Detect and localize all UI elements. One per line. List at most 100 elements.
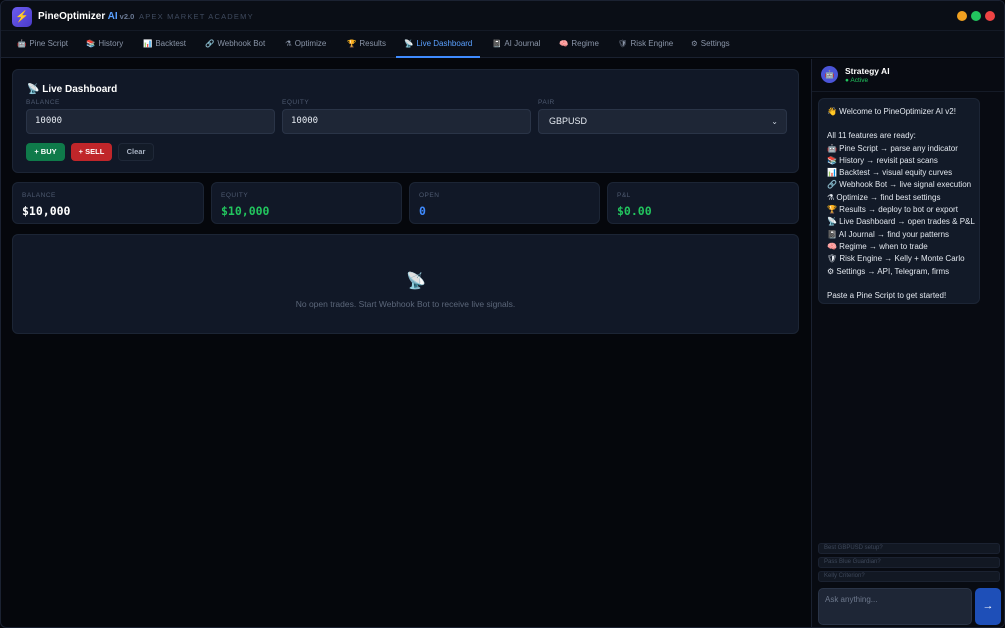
- satellite-dish-icon: 📡: [406, 273, 426, 290]
- app-name-text: PineOptimizer: [38, 11, 106, 22]
- panel-title: 📡 Live Dashboard: [27, 84, 117, 95]
- robot-avatar-icon: 🤖: [821, 66, 838, 83]
- tab-label: Settings: [700, 39, 730, 48]
- feature-item: ⚙ Settings → API, Telegram, firms: [827, 266, 950, 276]
- app-logo-icon: ⚡: [12, 7, 32, 27]
- feature-item: ⚗ Optimize → find best settings: [827, 192, 941, 202]
- assistant-status: ● Active: [845, 77, 869, 84]
- feature-item: 🛡 Risk Engine → Kelly + Monte Carlo: [827, 254, 965, 264]
- books-icon: 📚: [86, 39, 96, 48]
- maximize-button[interactable]: [971, 11, 981, 21]
- feature-item: 🤖 Pine Script → parse any indicator: [827, 143, 958, 153]
- stat-card-open: OPEN 0: [409, 182, 600, 224]
- stat-value: 0: [419, 204, 426, 218]
- equity-input[interactable]: 10000: [282, 109, 531, 134]
- feature-item: 🏆 Results → deploy to bot or export: [827, 205, 958, 215]
- tab-label: Pine Script: [29, 39, 69, 48]
- assistant-sidebar: 🤖 Strategy AI ● Active 👋 Welcome to Pine…: [811, 59, 1004, 627]
- tab-label: Backtest: [155, 39, 187, 48]
- stat-label: BALANCE: [22, 192, 56, 199]
- stat-card-equity: EQUITY $10,000: [211, 182, 402, 224]
- app-window: ⚡ PineOptimizer AI v2.0 APEX MARKET ACADE…: [0, 0, 1005, 628]
- buy-button[interactable]: + BUY: [26, 143, 65, 161]
- satellite-dish-icon: 📡: [27, 84, 40, 95]
- journal-icon: 📓: [492, 39, 502, 48]
- feature-item: 📡 Live Dashboard → open trades & P&L: [827, 217, 975, 227]
- tab-risk-engine[interactable]: 🛡 Risk Engine: [618, 31, 673, 58]
- tab-settings[interactable]: ⚙ Settings: [691, 31, 730, 58]
- tab-ai-journal[interactable]: 📓 AI Journal: [492, 31, 540, 58]
- chevron-down-icon: ⌄: [771, 117, 778, 126]
- app-version: v2.0: [119, 12, 135, 21]
- suggestion-chip[interactable]: Kelly Criterion?: [818, 571, 1000, 582]
- app-name-ai: AI: [107, 11, 118, 22]
- balance-input[interactable]: 10000: [26, 109, 275, 134]
- tab-webhook-bot[interactable]: 🔗 Webhook Bot: [205, 31, 265, 58]
- pair-select[interactable]: GBPUSD ⌄: [538, 109, 787, 134]
- tab-backtest[interactable]: 📊 Backtest: [143, 31, 186, 58]
- app-name: PineOptimizer AI v2.0: [38, 11, 134, 22]
- send-button[interactable]: →: [975, 588, 1001, 625]
- stat-value: $0.00: [617, 204, 652, 218]
- stat-label: EQUITY: [221, 192, 249, 199]
- clear-button[interactable]: Clear: [118, 143, 154, 161]
- tab-live-dashboard[interactable]: 📡 Live Dashboard: [395, 31, 481, 58]
- tab-regime[interactable]: 🧠 Regime: [559, 31, 599, 58]
- flask-icon: ⚗: [285, 39, 292, 48]
- sell-button[interactable]: + SELL: [71, 143, 112, 161]
- tab-label: Webhook Bot: [217, 39, 266, 48]
- tab-label: Live Dashboard: [416, 39, 473, 48]
- main-content: 📡 Live Dashboard BALANCE 10000 EQUITY 10…: [1, 59, 811, 627]
- welcome-text: 👋 Welcome to PineOptimizer AI v2!: [827, 107, 956, 116]
- shield-icon: 🛡: [618, 39, 628, 48]
- live-dashboard-panel: 📡 Live Dashboard BALANCE 10000 EQUITY 10…: [12, 69, 799, 173]
- features-heading: All 11 features are ready:: [827, 131, 916, 141]
- chart-icon: 📊: [143, 39, 153, 48]
- closing-text: Paste a Pine Script to get started!: [827, 290, 947, 300]
- stat-card-pnl: P&L $0.00: [607, 182, 799, 224]
- pair-select-value: GBPUSD: [549, 116, 588, 126]
- balance-label: BALANCE: [26, 99, 60, 106]
- suggestion-chip[interactable]: Best GBPUSD setup?: [818, 543, 1000, 554]
- tab-label: Risk Engine: [630, 39, 674, 48]
- sidebar-divider: [812, 91, 1004, 92]
- feature-item: 📚 History → revisit past scans: [827, 155, 938, 165]
- stat-card-balance: BALANCE $10,000: [12, 182, 204, 224]
- close-button[interactable]: [985, 11, 995, 21]
- stat-label: OPEN: [419, 192, 440, 199]
- chat-input[interactable]: Ask anything...: [818, 588, 972, 625]
- minimize-button[interactable]: [957, 11, 967, 21]
- pair-label: PAIR: [538, 99, 555, 106]
- open-trades-panel: 📡 No open trades. Start Webhook Bot to r…: [12, 234, 799, 334]
- tab-history[interactable]: 📚 History: [86, 31, 123, 58]
- brain-icon: 🧠: [559, 39, 569, 48]
- gear-icon: ⚙: [691, 39, 698, 48]
- trophy-icon: 🏆: [347, 39, 357, 48]
- robot-icon: 🤖: [17, 39, 27, 48]
- stat-label: P&L: [617, 192, 631, 199]
- suggestion-chip[interactable]: Pass Blue Guardian?: [818, 557, 1000, 568]
- empty-state-text: No open trades. Start Webhook Bot to rec…: [295, 299, 516, 309]
- assistant-name: Strategy AI: [845, 66, 890, 76]
- tab-bar: 🤖 Pine Script 📚 History 📊 Backtest 🔗 Webhook…: [1, 31, 1004, 58]
- tab-optimize[interactable]: ⚗ Optimize: [285, 31, 326, 58]
- title-bar: ⚡ PineOptimizer AI v2.0 APEX MARKET ACADE…: [1, 1, 1004, 31]
- assistant-message: 👋 Welcome to PineOptimizer AI v2! All 11…: [818, 98, 980, 304]
- app-subtitle: APEX MARKET ACADEMY: [139, 12, 254, 21]
- feature-item: 📓 AI Journal → find your patterns: [827, 229, 950, 239]
- tab-label: Results: [359, 39, 387, 48]
- satellite-dish-icon: 📡: [404, 39, 414, 48]
- stat-value: $10,000: [221, 204, 270, 218]
- tab-label: AI Journal: [504, 39, 541, 48]
- tab-label: History: [98, 39, 124, 48]
- feature-item: 📊 Backtest → visual equity curves: [827, 168, 953, 178]
- feature-item: 🧠 Regime → when to trade: [827, 241, 928, 251]
- stat-value: $10,000: [22, 204, 71, 218]
- equity-label: EQUITY: [282, 99, 310, 106]
- tab-pine-script[interactable]: 🤖 Pine Script: [17, 31, 68, 58]
- link-icon: 🔗: [205, 39, 215, 48]
- tab-label: Regime: [571, 39, 599, 48]
- panel-title-text: Live Dashboard: [42, 84, 118, 95]
- tab-results[interactable]: 🏆 Results: [347, 31, 386, 58]
- feature-item: 🔗 Webhook Bot → live signal execution: [827, 180, 972, 190]
